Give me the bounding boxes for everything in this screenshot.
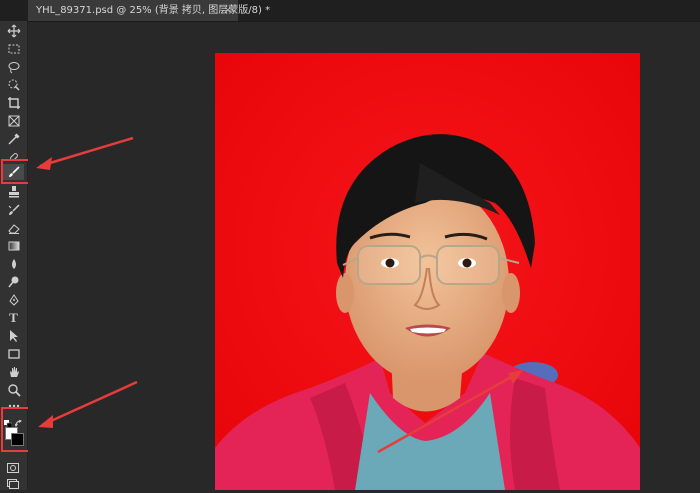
frame-tool[interactable] [3,113,24,129]
type-icon: T [9,310,18,325]
marquee-icon [8,44,19,54]
hand-tool[interactable] [3,364,24,380]
type-tool[interactable]: T [3,310,24,326]
zoom-tool[interactable] [3,382,24,398]
pen-tool[interactable] [3,292,24,308]
portrait-photo[interactable] [215,53,640,490]
zoom-icon [7,384,21,397]
rectangle-tool[interactable] [3,346,24,362]
quick-select-icon [8,79,20,91]
close-tab-icon[interactable]: × [224,0,232,21]
crop-icon [7,97,20,109]
eyedropper-icon [7,133,20,145]
gradient-icon [8,241,19,251]
dodge-icon [7,276,18,288]
document-tab-title: YHL_89371.psd @ 25% (背景 拷贝, 图层蒙版/8) * [36,5,271,16]
document-tab[interactable]: YHL_89371.psd @ 25% (背景 拷贝, 图层蒙版/8) * × [28,0,270,21]
document-tab-bar: YHL_89371.psd @ 25% (背景 拷贝, 图层蒙版/8) * × [0,0,700,22]
quick-mask-icon[interactable] [7,458,19,473]
eraser-tool[interactable] [3,220,24,236]
path-select-tool[interactable] [3,328,24,344]
history-brush-icon [8,204,20,215]
lasso-tool[interactable] [3,59,24,75]
lasso-icon [8,62,19,74]
frame-icon [8,115,19,127]
move-tool[interactable] [3,23,24,39]
pen-icon [8,294,19,306]
screen-mode-icon[interactable] [7,474,19,489]
gradient-tool[interactable] [3,238,24,254]
rectangle-icon [7,349,20,359]
marquee-tool[interactable] [3,41,24,57]
blur-icon [11,259,16,269]
move-icon [7,24,20,38]
portrait-image [215,53,640,490]
eraser-icon [7,224,20,234]
eyedropper-tool[interactable] [3,131,24,147]
path-select-icon [9,330,18,342]
blur-tool[interactable] [3,256,24,272]
clone-stamp-tool[interactable] [3,184,24,200]
history-brush-tool[interactable] [3,202,24,218]
stamp-icon [8,186,19,198]
quick-select-tool[interactable] [3,77,24,93]
crop-tool[interactable] [3,95,24,111]
hand-icon [9,367,19,377]
dodge-tool[interactable] [3,274,24,290]
